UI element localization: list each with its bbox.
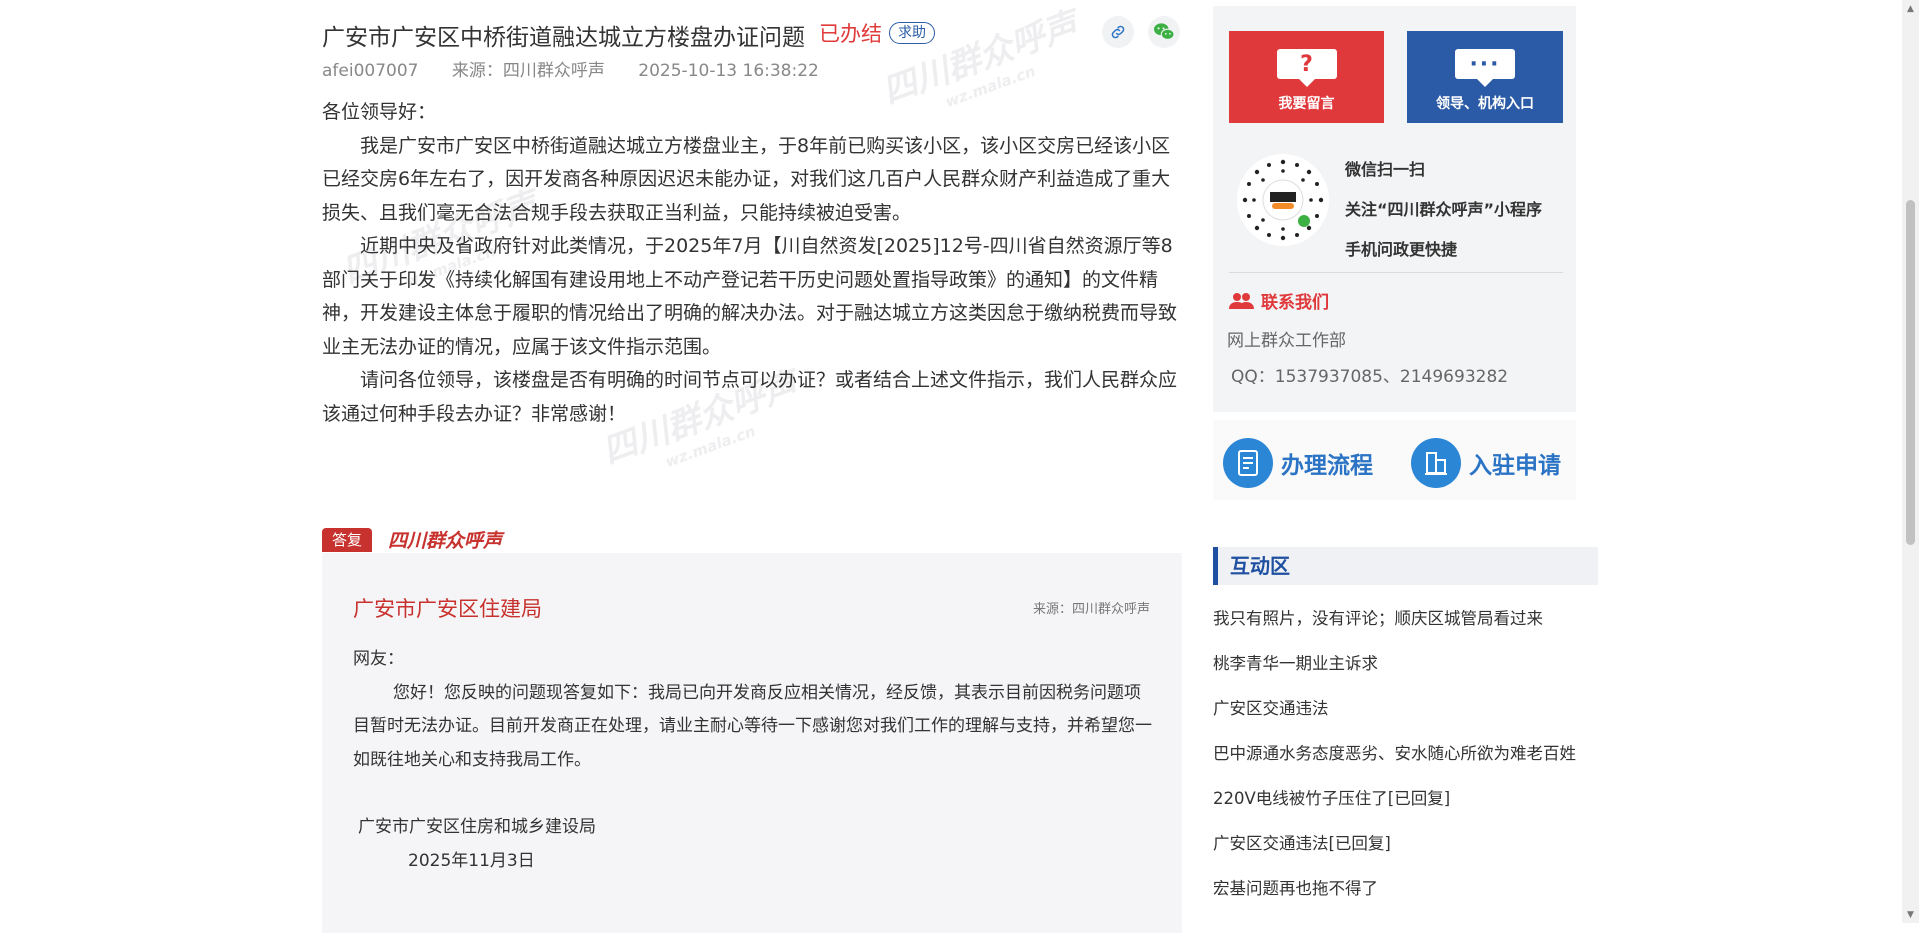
reply-greeting: 网友： — [353, 649, 404, 669]
users-icon — [1229, 292, 1254, 309]
join-apply-link[interactable]: 入驻申请 — [1411, 438, 1561, 488]
leave-message-button[interactable]: ? 我要留言 — [1229, 31, 1384, 123]
qr-line-scan: 微信扫一扫 — [1345, 160, 1426, 179]
scroll-up-icon[interactable]: ▲ — [1902, 0, 1919, 17]
contact-title: 联系我们 — [1229, 288, 1329, 313]
reply-date: 2025年11月3日 — [408, 851, 535, 871]
reply-source: 来源：四川群众呼声 — [1032, 602, 1150, 617]
contact-org: 网上群众工作部 — [1227, 331, 1346, 351]
copy-link-button[interactable] — [1102, 16, 1134, 48]
reply-tag: 答复 — [322, 528, 373, 552]
building-icon — [1411, 438, 1461, 488]
contact-qq: QQ：1537937085、2149693282 — [1231, 367, 1509, 387]
reply-text: 网友： 您好！您反映的问题现答复如下：我局已向开发商反应相关情况，经反馈，其表示… — [353, 643, 1153, 777]
link-icon — [1111, 25, 1125, 39]
leader-entry-button[interactable]: ··· 领导、机构入口 — [1407, 31, 1563, 123]
scroll-down-icon[interactable]: ▼ — [1902, 906, 1919, 923]
process-flow-link[interactable]: 办理流程 — [1223, 438, 1373, 488]
article-header: 广安市广安区中桥街道融达城立方楼盘办证问题 已办结 求助 — [322, 16, 1182, 52]
list-item[interactable]: 220V电线被竹子压住了[已回复] — [1213, 782, 1598, 827]
wechat-icon — [1154, 23, 1175, 40]
reply-signature-block: 广安市广安区住房和城乡建设局 2025年11月3日 — [358, 810, 596, 878]
article-title: 广安市广安区中桥街道融达城立方楼盘办证问题 — [322, 25, 805, 51]
interaction-title: 互动区 — [1213, 547, 1598, 585]
article-meta: afei007007 来源：四川群众呼声 2025-10-13 16:38:22 — [322, 56, 847, 81]
article-salutation: 各位领导好： — [322, 101, 437, 123]
question-icon: ? — [1276, 49, 1337, 87]
reply-brand-logo: 四川群众呼声 — [388, 530, 503, 552]
author-name[interactable]: afei007007 — [322, 61, 418, 81]
list-item[interactable]: 宏基问题再也拖不得了 — [1213, 872, 1598, 917]
reply-content: 您好！您反映的问题现答复如下：我局已向开发商反应相关情况，经反馈，其表示目前因税… — [353, 682, 1152, 770]
qr-line-follow: 关注“四川群众呼声”小程序 — [1345, 200, 1543, 219]
scroll-thumb[interactable] — [1906, 200, 1915, 545]
qr-line-fast: 手机问政更快捷 — [1345, 240, 1458, 259]
divider — [1229, 272, 1563, 273]
interaction-list: 我只有照片，没有评论；顺庆区城管局看过来 桃李青华一期业主诉求 广安区交通违法 … — [1213, 602, 1598, 917]
list-item[interactable]: 广安区交通违法 — [1213, 692, 1598, 737]
list-item[interactable]: 我只有照片，没有评论；顺庆区城管局看过来 — [1213, 602, 1598, 647]
join-apply-label: 入驻申请 — [1469, 453, 1561, 479]
list-item[interactable]: 巴中源通水务态度恶劣、安水随心所欲为难老百姓 — [1213, 737, 1598, 782]
process-flow-label: 办理流程 — [1281, 453, 1373, 479]
list-item[interactable]: 广安区交通违法[已回复] — [1213, 827, 1598, 872]
article-datetime: 2025-10-13 16:38:22 — [638, 61, 819, 81]
article-paragraph: 近期中央及省政府针对此类情况，于2025年7月【川自然资发[2025]12号-四… — [322, 235, 1178, 358]
leader-entry-label: 领导、机构入口 — [1436, 96, 1534, 112]
leave-message-label: 我要留言 — [1278, 96, 1335, 112]
document-icon — [1223, 438, 1273, 488]
sidebar-card: ? 我要留言 ··· 领导、机构入口 微信扫一扫 关注“四川群众呼声”小程序 手… — [1213, 6, 1576, 412]
article-body: 各位领导好： 我是广安市广安区中桥街道融达城立方楼盘业主，于8年前已购买该小区，… — [322, 96, 1182, 431]
article-paragraph: 请问各位领导，该楼盘是否有明确的时间节点可以办证？或者结合上述文件指示，我们人民… — [322, 369, 1178, 425]
status-badge: 已办结 — [819, 22, 882, 46]
article-source: 来源：四川群众呼声 — [451, 61, 605, 81]
category-tag[interactable]: 求助 — [889, 22, 935, 44]
article-paragraph: 我是广安市广安区中桥街道融达城立方楼盘业主，于8年前已购买该小区，该小区交房已经… — [322, 134, 1171, 224]
qr-code-icon — [1237, 154, 1329, 246]
reply-unit: 广安市广安区住建局 — [353, 597, 542, 621]
chat-dots-icon: ··· — [1455, 49, 1515, 87]
reply-box: 广安市广安区住建局 来源：四川群众呼声 网友： 您好！您反映的问题现答复如下：我… — [322, 553, 1182, 933]
flow-row: 办理流程 入驻申请 — [1213, 420, 1576, 500]
contact-title-text: 联系我们 — [1261, 293, 1329, 313]
list-item[interactable]: 桃李青华一期业主诉求 — [1213, 647, 1598, 692]
wechat-share-button[interactable] — [1148, 16, 1180, 48]
reply-signature: 广安市广安区住房和城乡建设局 — [358, 817, 596, 837]
page-scrollbar[interactable]: ▲ ▼ — [1902, 0, 1919, 923]
